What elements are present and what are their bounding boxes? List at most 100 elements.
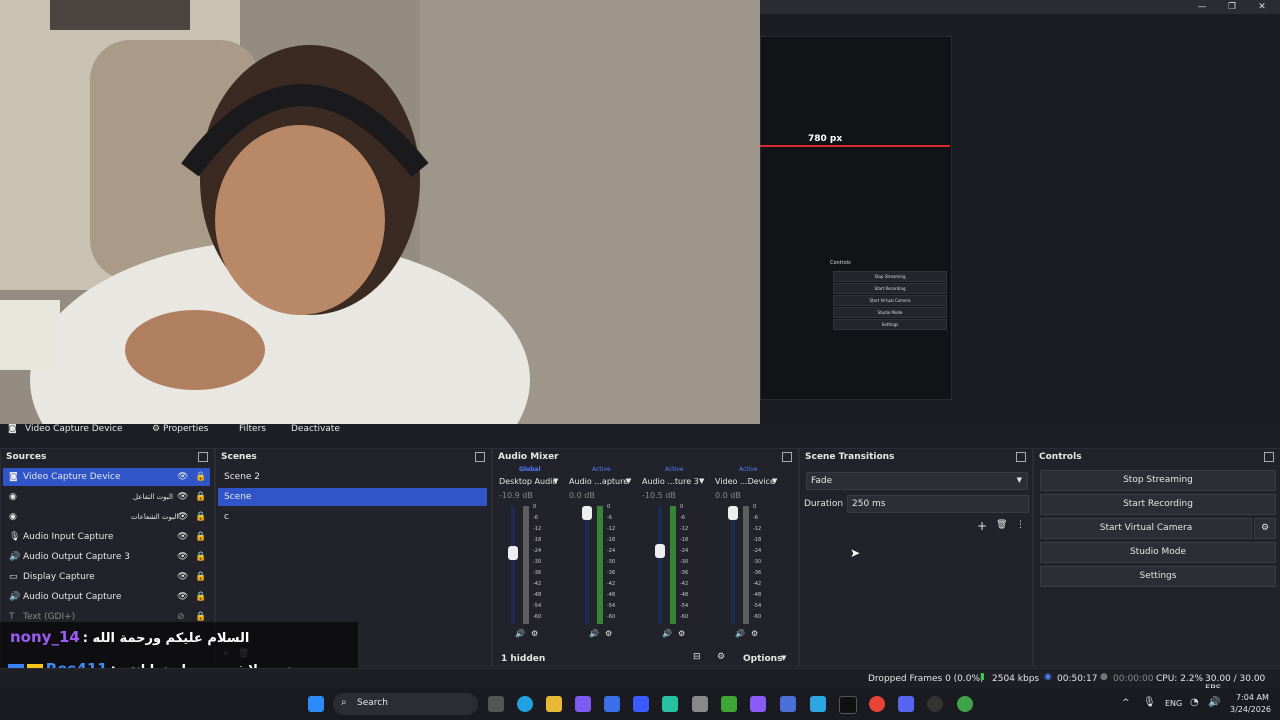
lock-icon[interactable]: 🔒 (195, 568, 206, 586)
volume-icon[interactable]: 🔊 (1208, 697, 1220, 708)
eye-icon[interactable]: 👁 (177, 568, 188, 586)
speaker-icon[interactable]: 🔊 (589, 629, 599, 638)
deactivate-button[interactable]: Deactivate (291, 424, 340, 434)
dock-menu-icon[interactable] (475, 452, 485, 462)
tiktok-icon[interactable] (839, 696, 857, 714)
settings-button[interactable]: Settings (1040, 566, 1276, 587)
source-item[interactable]: ▭ Display Capture 👁 🔒 (3, 568, 210, 586)
app-icon[interactable] (633, 696, 649, 712)
maximize-icon[interactable]: ❐ (1220, 0, 1244, 14)
source-item[interactable]: ◉ البوت التفاعل 👁 🔒 (3, 488, 210, 506)
lock-icon[interactable]: 🔒 (195, 588, 206, 606)
scene-item[interactable]: c (218, 508, 487, 526)
meter-scale-label: -24 (533, 548, 542, 554)
lock-icon[interactable]: 🔒 (195, 508, 206, 526)
task-view-icon[interactable] (488, 696, 504, 712)
chrome-icon[interactable] (957, 696, 973, 712)
gear-icon[interactable]: ⚙ (1254, 518, 1276, 539)
obs-icon[interactable] (927, 696, 943, 712)
source-item[interactable]: ◉ البوت الشعاعات 👁 🔒 (3, 508, 210, 526)
dock-menu-icon[interactable] (1016, 452, 1026, 462)
excel-icon[interactable] (721, 696, 737, 712)
language-indicator[interactable]: ENG (1165, 699, 1182, 708)
app-icon[interactable] (662, 696, 678, 712)
chevron-down-icon[interactable]: ▼ (626, 477, 631, 485)
lock-icon[interactable]: 🔒 (195, 468, 206, 486)
chevron-down-icon[interactable]: ▼ (699, 477, 704, 485)
close-icon[interactable]: ✕ (1250, 0, 1274, 14)
source-item[interactable]: 🎙 Audio Input Capture 👁 🔒 (3, 528, 210, 546)
start-virtual-camera-button[interactable]: Start Virtual Camera (1040, 518, 1252, 539)
chevron-down-icon[interactable]: ▼ (772, 477, 777, 485)
transition-select[interactable]: Fade ▼ (806, 472, 1028, 490)
broadcast-icon: ◉ (1044, 672, 1052, 682)
eye-icon[interactable]: 👁 (177, 528, 188, 546)
dock-menu-icon[interactable] (782, 452, 792, 462)
app-icon[interactable] (780, 696, 796, 712)
trash-icon[interactable]: 🗑 (996, 520, 1007, 530)
chevron-down-icon[interactable]: ▼ (553, 477, 558, 485)
source-item[interactable]: 🔊 Audio Output Capture 3 👁 🔒 (3, 548, 210, 566)
mic-icon[interactable]: 🎙 (1143, 697, 1156, 708)
dock-menu-icon[interactable] (1264, 452, 1274, 462)
audio-mixer-dock: Audio Mixer Global Active Active Active … (492, 448, 799, 667)
meter-scale-label: 0 (607, 504, 611, 510)
chevron-down-icon[interactable]: ▼ (781, 654, 786, 662)
wifi-icon[interactable]: ◔ (1190, 697, 1199, 708)
volume-slider-handle[interactable] (582, 506, 592, 520)
hidden-count[interactable]: 1 hidden (501, 654, 545, 664)
duration-input[interactable]: 250 ms (847, 495, 1029, 513)
scene-item-selected[interactable]: Scene (218, 488, 487, 506)
copilot-icon[interactable] (575, 696, 591, 712)
properties-button[interactable]: Properties (163, 424, 208, 434)
eye-icon[interactable]: 👁 (177, 508, 188, 526)
layout-icon[interactable]: ⊟ (693, 652, 701, 662)
dock-menu-icon[interactable] (198, 452, 208, 462)
store-icon[interactable] (604, 696, 620, 712)
eye-icon[interactable]: 👁 (177, 548, 188, 566)
options-button[interactable]: Options (743, 654, 782, 664)
eye-icon[interactable]: 👁 (177, 588, 188, 606)
volume-slider-handle[interactable] (508, 546, 518, 560)
windows-start-icon[interactable] (308, 696, 324, 712)
chevron-up-icon[interactable]: ^ (1122, 698, 1130, 708)
lock-icon[interactable]: 🔒 (195, 548, 206, 566)
chrome-icon[interactable] (869, 696, 885, 712)
meter-scale-label: -30 (753, 559, 762, 565)
lock-icon[interactable]: 🔒 (195, 528, 206, 546)
speaker-icon[interactable]: 🔊 (735, 629, 745, 638)
gear-icon[interactable]: ⚙ (531, 629, 538, 638)
search-box[interactable]: ⌕ Search (333, 693, 478, 715)
studio-mode-button[interactable]: Studio Mode (1040, 542, 1276, 563)
start-recording-button[interactable]: Start Recording (1040, 494, 1276, 515)
gear-icon[interactable]: ⚙ (605, 629, 612, 638)
volume-slider-handle[interactable] (655, 544, 665, 558)
speaker-icon[interactable]: 🔊 (662, 629, 672, 638)
volume-slider-handle[interactable] (728, 506, 738, 520)
edge-icon[interactable] (517, 696, 533, 712)
gear-icon[interactable]: ⚙ (751, 629, 758, 638)
app-icon[interactable] (750, 696, 766, 712)
telegram-icon[interactable] (810, 696, 826, 712)
speaker-icon[interactable]: 🔊 (515, 629, 525, 638)
gear-icon[interactable]: ⚙ (678, 629, 685, 638)
stop-streaming-button[interactable]: Stop Streaming (1040, 470, 1276, 491)
eye-icon[interactable]: 👁 (177, 488, 188, 506)
minimize-icon[interactable]: — (1190, 0, 1214, 14)
app-icon[interactable] (692, 696, 708, 712)
scene-item[interactable]: Scene 2 (218, 468, 493, 486)
discord-icon[interactable] (898, 696, 914, 712)
camera-icon: ◙ (8, 424, 17, 434)
add-icon[interactable]: + (977, 519, 987, 533)
config-icon[interactable]: ⚙ (717, 652, 725, 662)
clock-date[interactable]: 3/24/2026 (1230, 705, 1271, 714)
eye-icon[interactable]: 👁 (177, 468, 188, 486)
filters-button[interactable]: Filters (239, 424, 266, 434)
source-item[interactable]: ◙ Video Capture Device 👁 🔒 (3, 468, 210, 486)
meter-scale-label: -48 (607, 592, 616, 598)
source-item[interactable]: 🔊 Audio Output Capture 👁 🔒 (3, 588, 210, 606)
more-icon[interactable]: ⋮ (1016, 520, 1025, 530)
file-explorer-icon[interactable] (546, 696, 562, 712)
clock-time[interactable]: 7:04 AM (1236, 693, 1269, 702)
lock-icon[interactable]: 🔒 (195, 488, 206, 506)
